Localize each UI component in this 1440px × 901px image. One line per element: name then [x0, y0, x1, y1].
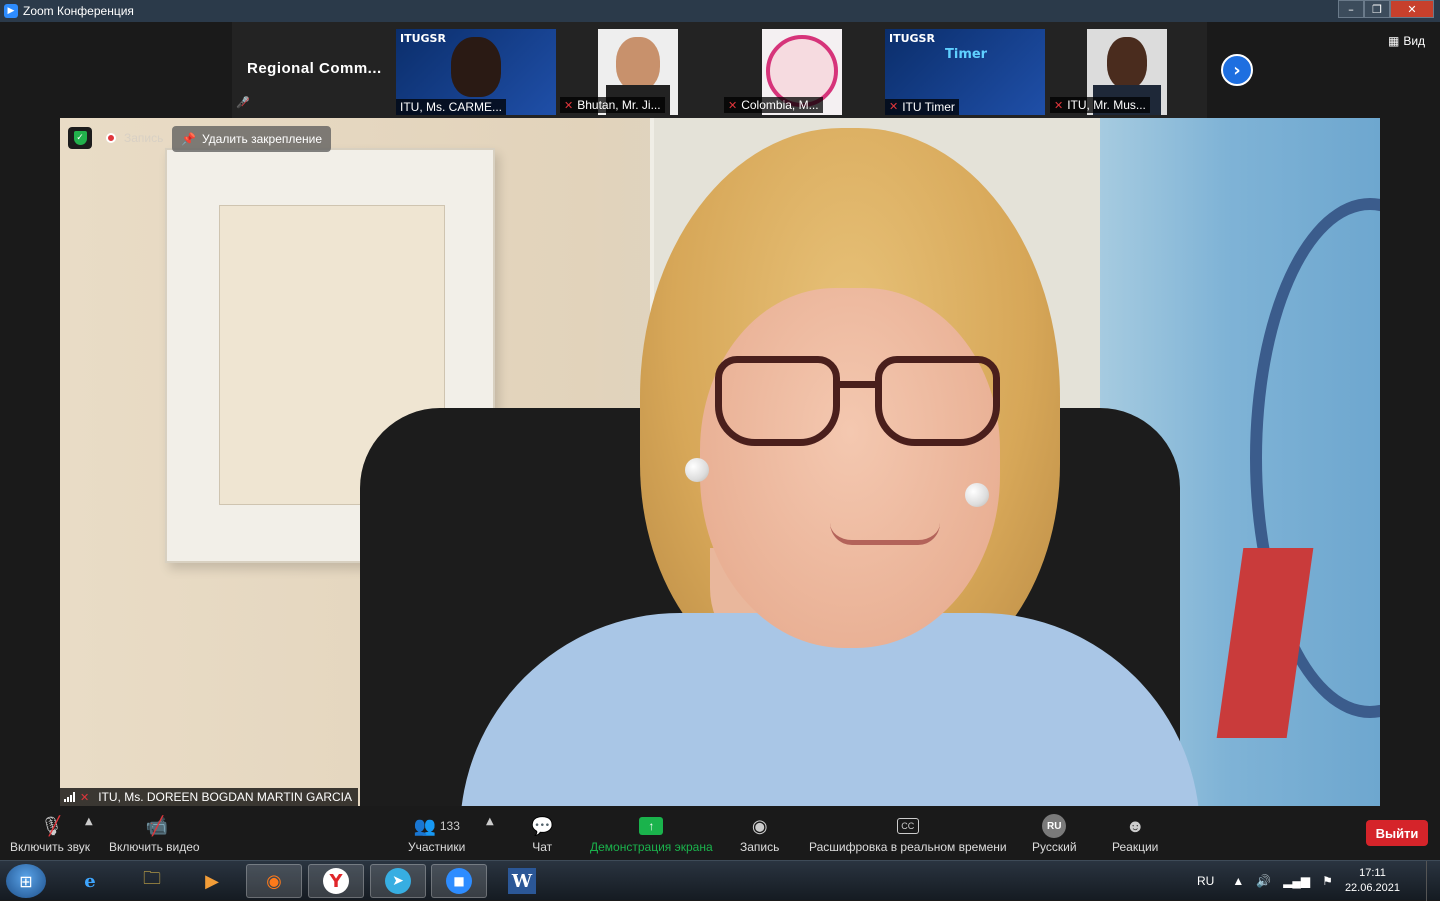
zoom-camera-icon: ■ — [446, 868, 472, 894]
taskbar-firefox[interactable]: ◉ — [246, 864, 302, 898]
minimize-button[interactable]: – — [1338, 0, 1364, 18]
share-arrow-icon: ↑ — [639, 817, 664, 835]
reactions-button[interactable]: ☻ Реакции — [1112, 812, 1158, 855]
muted-mic-icon: 🎤̸ — [236, 96, 250, 109]
video-off-icon: 📹 ╱ — [145, 815, 169, 836]
chat-button[interactable]: 💬 Чат — [531, 812, 554, 855]
speaker-name-label: ✕ ITU, Ms. DOREEN BOGDAN MARTIN GARCIA — [60, 788, 359, 806]
network-signal-icon[interactable]: ▂▄▆ — [1283, 874, 1310, 888]
zoom-camera-icon: ▶ — [4, 4, 18, 18]
language-globe-icon: RU — [1042, 814, 1067, 838]
yandex-browser-icon: Y — [323, 868, 349, 894]
muted-mic-icon: 🎙 ╱ — [40, 815, 64, 836]
participants-button[interactable]: 👥 133 Участники — [408, 812, 465, 855]
closed-caption-icon: CC — [896, 818, 919, 834]
taskbar-clock[interactable]: 17:11 22.06.2021 — [1345, 866, 1400, 896]
windows-start-button[interactable]: ⊞ — [6, 864, 46, 898]
taskbar-telegram[interactable]: ➤ — [370, 864, 426, 898]
unpin-button[interactable]: 📌 Удалить закрепление — [172, 126, 332, 152]
active-speaker-name-tile[interactable]: Regional Comm... — [247, 60, 382, 77]
window-controls: – ❐ ✕ — [1338, 0, 1434, 18]
taskbar-explorer[interactable]: 🗀 — [124, 864, 180, 898]
main-video[interactable]: ✓ Запись 📌 Удалить закрепление ✕ ITU, Ms… — [60, 118, 1380, 806]
chat-bubble-icon: 💬 — [531, 815, 554, 836]
participant-thumb-label: ✕ Bhutan, Mr. Ji... — [560, 97, 665, 113]
muted-mic-icon: ✕ — [564, 99, 574, 112]
windows-logo-icon: ⊞ — [19, 871, 33, 891]
smiley-plus-icon: ☻ — [1125, 815, 1145, 836]
next-page-button[interactable]: › — [1221, 54, 1253, 86]
show-desktop-button[interactable] — [1426, 861, 1440, 901]
maximize-button[interactable]: ❐ — [1364, 0, 1390, 18]
taskbar-ie[interactable]: e — [62, 864, 118, 898]
signal-strength-icon — [64, 792, 75, 802]
speaker-figure — [460, 118, 1200, 806]
participant-thumb-4[interactable]: ITUGSR Timer ✕ ITU Timer — [885, 29, 1045, 115]
taskbar-word[interactable]: W — [494, 864, 550, 898]
participant-avatar — [1107, 37, 1147, 89]
internet-explorer-icon: e — [84, 870, 96, 892]
grid-icon: ▦ — [1388, 34, 1400, 48]
view-button[interactable]: ▦ Вид — [1388, 34, 1425, 48]
muted-mic-icon: ✕ — [1054, 99, 1064, 112]
record-dot-icon — [106, 133, 116, 143]
participant-thumb-label: ITU, Ms. CARME... — [396, 99, 506, 115]
pin-icon: 📌 — [181, 132, 196, 146]
participants-options-caret-icon[interactable]: ▲ — [486, 816, 494, 827]
muted-mic-icon: ✕ — [728, 99, 738, 112]
itugsr-logo: ITUGSR — [889, 32, 935, 45]
recording-indicator: Запись — [106, 131, 163, 145]
taskbar-zoom[interactable]: ■ — [431, 864, 487, 898]
muted-mic-icon: ✕ — [80, 791, 90, 804]
participant-avatar — [451, 37, 501, 97]
word-icon: W — [508, 868, 536, 894]
window-titlebar: ▶ Zoom Конференция – ❐ ✕ — [0, 0, 1440, 22]
leave-meeting-button[interactable]: Выйти — [1366, 820, 1428, 846]
start-video-button[interactable]: 📹 ╱ Включить видео — [109, 812, 200, 855]
live-transcript-button[interactable]: CC Расшифровка в реальном времени — [809, 812, 1007, 854]
system-tray: RU ▲ 🔊 ▂▄▆ ⚑ 17:11 22.06.2021 — [1197, 861, 1440, 901]
taskbar-media-player[interactable]: ▶ — [184, 864, 240, 898]
participant-thumb-1[interactable]: ITUGSR ITU, Ms. CARME... — [396, 29, 556, 115]
participant-thumb-label: ✕ ITU, Mr. Mus... — [1050, 97, 1150, 113]
window-title: Zoom Конференция — [23, 4, 134, 18]
tray-expand-icon[interactable]: ▲ — [1232, 874, 1244, 888]
unmute-button[interactable]: 🎙 ╱ Включить звук — [10, 812, 90, 855]
folder-icon: 🗀 — [143, 868, 161, 889]
media-player-icon: ▶ — [205, 870, 219, 892]
os-taskbar: ⊞ e 🗀 ▶ ◉ Y ➤ ■ W RU ▲ 🔊 ▂▄▆ ⚑ 17:11 22.… — [0, 860, 1440, 901]
itugsr-logo: ITUGSR — [400, 32, 446, 45]
muted-mic-icon: ✕ — [889, 101, 899, 113]
record-button[interactable]: ◉ Запись — [740, 812, 779, 855]
chevron-right-icon: › — [1233, 59, 1241, 81]
participant-thumb-label: ✕ Colombia, M... — [724, 97, 823, 113]
close-window-button[interactable]: ✕ — [1390, 0, 1434, 18]
participant-strip: Regional Comm... 🎤̸ ITUGSR ITU, Ms. CARM… — [0, 22, 1440, 118]
participants-count: 133 — [439, 819, 460, 833]
participant-avatar — [616, 37, 660, 91]
firefox-icon: ◉ — [266, 870, 282, 892]
audio-options-caret-icon[interactable]: ▲ — [85, 816, 93, 827]
input-language[interactable]: RU — [1197, 874, 1214, 888]
participant-thumb-label: ✕ ITU Timer — [885, 99, 959, 115]
encryption-shield-icon[interactable]: ✓ — [68, 127, 92, 149]
volume-icon[interactable]: 🔊 — [1256, 874, 1271, 888]
share-screen-button[interactable]: ↑ Демонстрация экрана — [590, 812, 713, 854]
action-center-flag-icon[interactable]: ⚑ — [1322, 874, 1333, 888]
meeting-toolbar: 🎙 ╱ Включить звук ▲ 📹 ╱ Включить видео 👥 13… — [0, 806, 1440, 860]
language-interpretation-button[interactable]: RU Русский — [1032, 812, 1077, 854]
taskbar-yandex[interactable]: Y — [308, 864, 364, 898]
record-circle-icon: ◉ — [751, 815, 768, 836]
timer-overlay: Timer — [945, 47, 988, 62]
telegram-icon: ➤ — [385, 868, 411, 894]
participants-icon: 👥 — [413, 815, 436, 836]
